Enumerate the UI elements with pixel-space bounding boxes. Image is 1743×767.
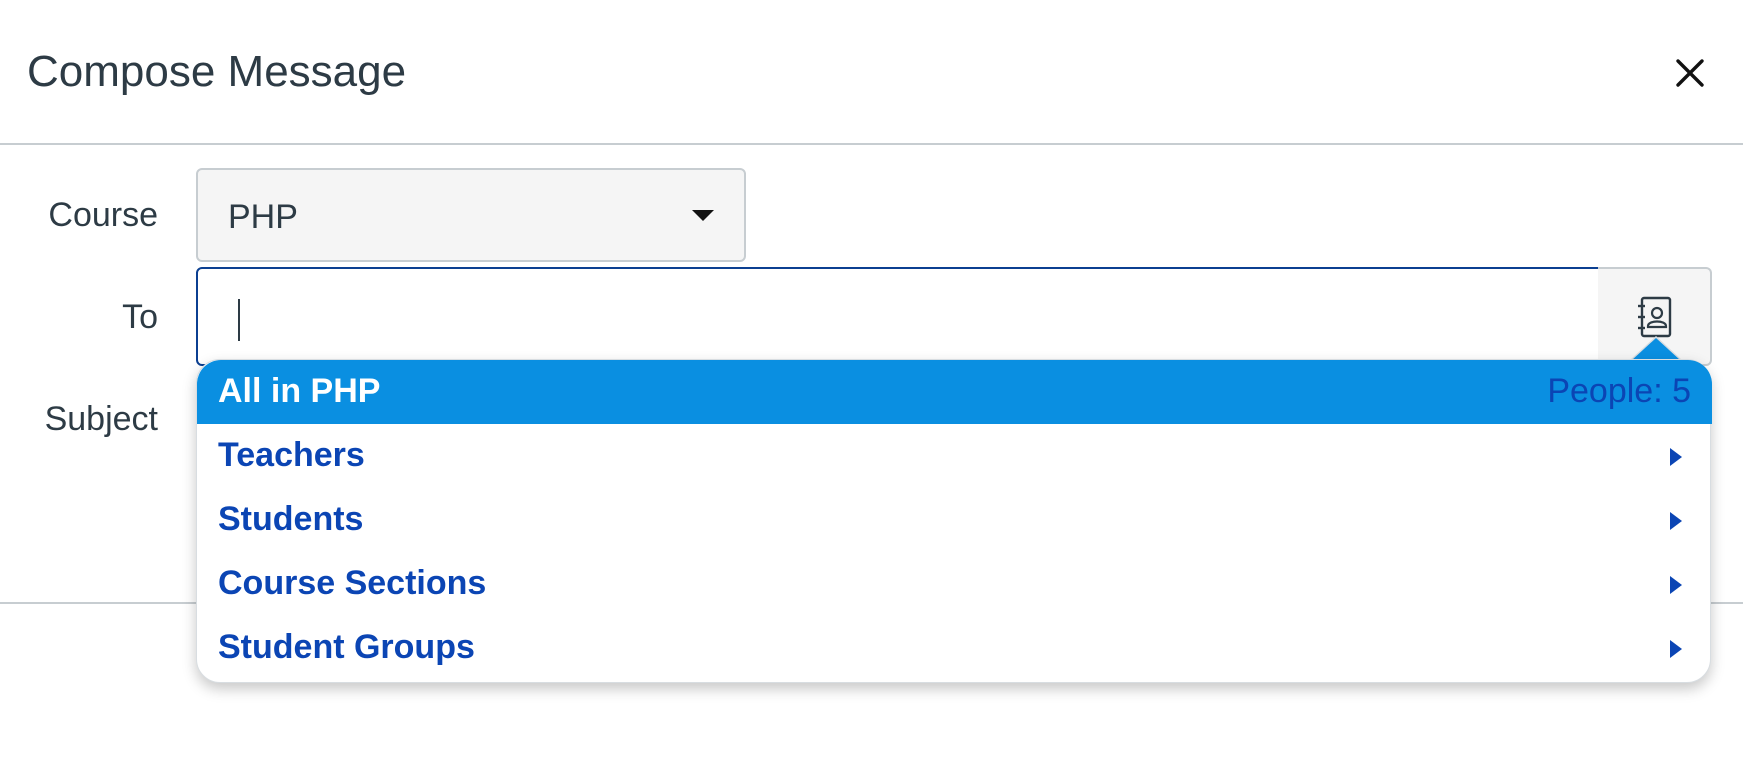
chevron-right-icon — [1670, 576, 1682, 594]
dropdown-item-students[interactable]: Students — [197, 488, 1712, 552]
divider — [1711, 602, 1743, 604]
dropdown-item-label: Course Sections — [218, 564, 487, 602]
dropdown-item-label: Student Groups — [218, 628, 475, 666]
dropdown-item-teachers[interactable]: Teachers — [197, 424, 1712, 488]
dropdown-item-student-groups[interactable]: Student Groups — [197, 616, 1712, 680]
to-field — [196, 267, 1600, 366]
chevron-right-icon — [1670, 448, 1682, 466]
chevron-right-icon — [1670, 512, 1682, 530]
close-icon — [1676, 59, 1704, 87]
dropdown-item-label: All in PHP — [218, 372, 381, 410]
chevron-right-icon — [1670, 640, 1682, 658]
address-book-icon — [1638, 296, 1672, 337]
people-count: People: 5 — [1547, 372, 1691, 410]
divider — [0, 602, 196, 604]
dialog-title: Compose Message — [27, 47, 407, 96]
dropdown-item-label: Students — [218, 500, 364, 538]
to-input[interactable] — [198, 269, 1598, 364]
dialog-header: Compose Message — [0, 0, 1743, 145]
compose-message-dialog: Compose Message Course PHP To Subject Al… — [0, 0, 1743, 767]
text-cursor — [238, 299, 240, 341]
dropdown-item-course-sections[interactable]: Course Sections — [197, 552, 1712, 616]
close-button[interactable] — [1665, 48, 1715, 98]
course-select[interactable]: PHP — [196, 168, 746, 262]
course-label: Course — [48, 196, 158, 234]
course-select-value: PHP — [228, 198, 298, 236]
dropdown-item-all-in-course[interactable]: All in PHP People: 5 — [197, 360, 1712, 424]
caret-down-icon — [692, 210, 714, 221]
dropdown-pointer-fill — [1632, 338, 1680, 360]
dropdown-item-label: Teachers — [218, 436, 365, 474]
subject-label: Subject — [44, 400, 158, 438]
recipient-dropdown: All in PHP People: 5 Teachers Students C… — [196, 359, 1712, 683]
to-label: To — [122, 298, 158, 336]
